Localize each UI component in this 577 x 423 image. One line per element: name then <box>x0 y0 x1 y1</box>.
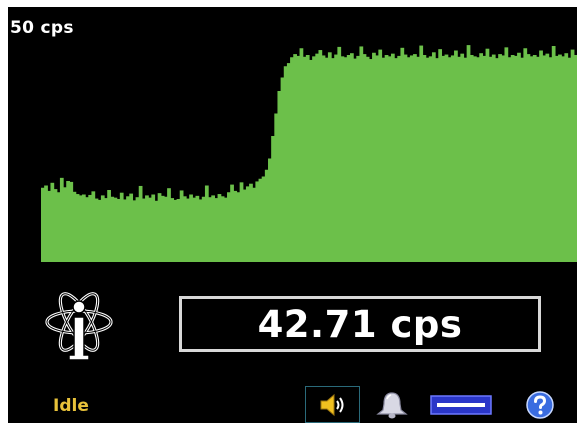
help-button[interactable] <box>520 386 560 423</box>
detector-screen: 50 cps 42.71 cps Idle <box>8 7 577 423</box>
atom-logo-icon <box>45 292 113 361</box>
level-bar-icon <box>430 394 492 415</box>
count-rate-histogram <box>41 45 577 262</box>
alarm-button[interactable] <box>363 386 421 423</box>
count-rate-value: 42.71 cps <box>257 302 463 346</box>
speaker-icon <box>320 393 343 416</box>
scale-label: 50 cps <box>10 18 74 38</box>
speaker-button[interactable] <box>305 386 360 423</box>
help-icon <box>526 390 554 419</box>
count-rate-readout: 42.71 cps <box>179 296 541 352</box>
bell-icon <box>376 391 408 418</box>
status-text: Idle <box>53 396 89 416</box>
level-button[interactable] <box>426 386 496 423</box>
